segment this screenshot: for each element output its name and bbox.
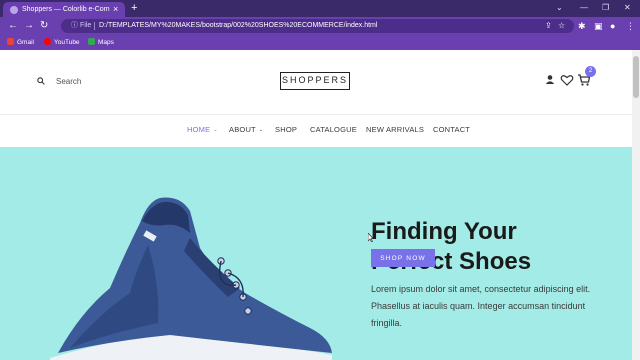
bookmark-gmail[interactable]: Gmail bbox=[7, 37, 34, 48]
browser-tab[interactable]: Shoppers — Colorlib e-Commerce × bbox=[3, 2, 125, 17]
hero-title: Finding Your Perfect Shoes bbox=[371, 217, 611, 277]
text-cursor-icon bbox=[368, 233, 373, 242]
hero-title-line1: Finding Your bbox=[371, 218, 517, 245]
menu-icon[interactable]: ⋮ bbox=[626, 20, 635, 32]
back-button[interactable]: ← bbox=[8, 20, 18, 32]
page-scrollbar[interactable] bbox=[632, 50, 640, 360]
nav-item-new-arrivals[interactable]: NEW ARRIVALS bbox=[366, 124, 424, 136]
bookmark-label: YouTube bbox=[54, 39, 80, 46]
hero-description: Lorem ipsum dolor sit amet, consectetur … bbox=[371, 284, 591, 328]
tab-search-icon[interactable]: ⌄ bbox=[556, 2, 563, 13]
nav-item-home[interactable]: HOME ⌄ bbox=[187, 124, 218, 136]
share-icon[interactable]: ⇪ bbox=[545, 20, 552, 32]
maximize-button[interactable]: ❐ bbox=[602, 2, 609, 13]
user-icon[interactable] bbox=[543, 73, 557, 87]
site-info-label[interactable]: ⓘ File bbox=[71, 21, 91, 31]
search-input[interactable] bbox=[56, 74, 166, 88]
maps-icon bbox=[88, 38, 95, 45]
web-page: SHOPPERS 2 HOME⌄ ABOUT⌄ SHOP CATALOGUE N… bbox=[0, 50, 632, 360]
address-bar[interactable]: ⓘ File D:/TEMPLATES/MY%20MAKES/bootstrap… bbox=[61, 19, 574, 33]
omnibox-separator bbox=[94, 22, 95, 30]
forward-button[interactable]: → bbox=[24, 20, 34, 32]
url-text[interactable]: D:/TEMPLATES/MY%20MAKES/bootstrap/002%20… bbox=[99, 21, 377, 31]
scrollbar-thumb[interactable] bbox=[633, 56, 639, 98]
nav-item-catalogue[interactable]: CATALOGUE bbox=[310, 124, 357, 136]
hero-section: Finding Your Perfect Shoes Lorem ipsum d… bbox=[0, 147, 632, 360]
bookmark-maps[interactable]: Maps bbox=[88, 37, 114, 48]
header-divider bbox=[0, 114, 632, 115]
close-window-button[interactable]: ✕ bbox=[624, 2, 631, 13]
new-tab-button[interactable]: + bbox=[131, 1, 137, 15]
nav-item-shop[interactable]: SHOP bbox=[275, 124, 297, 136]
reload-button[interactable]: ↻ bbox=[40, 20, 48, 32]
browser-toolbar: ← → ↻ ⓘ File D:/TEMPLATES/MY%20MAKES/boo… bbox=[0, 17, 640, 35]
bookmark-star-icon[interactable]: ☆ bbox=[558, 20, 565, 32]
minimize-button[interactable]: — bbox=[580, 2, 588, 13]
chevron-down-icon: ⌄ bbox=[213, 127, 218, 133]
bookmarks-bar: Gmail YouTube Maps bbox=[0, 35, 640, 50]
gmail-icon bbox=[7, 38, 14, 45]
search-icon[interactable] bbox=[37, 77, 45, 85]
main-nav: HOME ⌄ ABOUT ⌄ SHOP CATALOGUE NEW ARRIVALS… bbox=[0, 124, 632, 136]
tab-title: Shoppers — Colorlib e-Commerce bbox=[22, 6, 110, 13]
globe-icon bbox=[10, 6, 18, 14]
bookmark-youtube[interactable]: YouTube bbox=[44, 37, 80, 48]
heart-icon[interactable] bbox=[560, 73, 574, 87]
bookmark-label: Maps bbox=[98, 39, 114, 46]
browser-tabstrip: Shoppers — Colorlib e-Commerce × + ⌄ — ❐… bbox=[0, 0, 640, 17]
nav-label: HOME bbox=[187, 125, 211, 134]
profile-icon[interactable]: ● bbox=[610, 20, 615, 32]
bookmark-label: Gmail bbox=[17, 39, 34, 46]
nav-item-about[interactable]: ABOUT ⌄ bbox=[229, 124, 263, 136]
extensions-icon[interactable]: ✱ bbox=[578, 20, 586, 32]
youtube-icon bbox=[44, 38, 51, 45]
nav-label: ABOUT bbox=[229, 125, 256, 134]
site-logo[interactable]: SHOPPERS bbox=[280, 72, 350, 90]
sidepanel-icon[interactable]: ▣ bbox=[594, 20, 603, 32]
nav-item-contact[interactable]: CONTACT bbox=[433, 124, 470, 136]
chevron-down-icon: ⌄ bbox=[258, 127, 264, 133]
tab-close-icon[interactable]: × bbox=[113, 3, 118, 15]
cart-count-badge: 2 bbox=[585, 66, 596, 77]
shop-now-button[interactable]: SHOP NOW bbox=[371, 249, 435, 267]
shoe-image bbox=[50, 197, 332, 360]
